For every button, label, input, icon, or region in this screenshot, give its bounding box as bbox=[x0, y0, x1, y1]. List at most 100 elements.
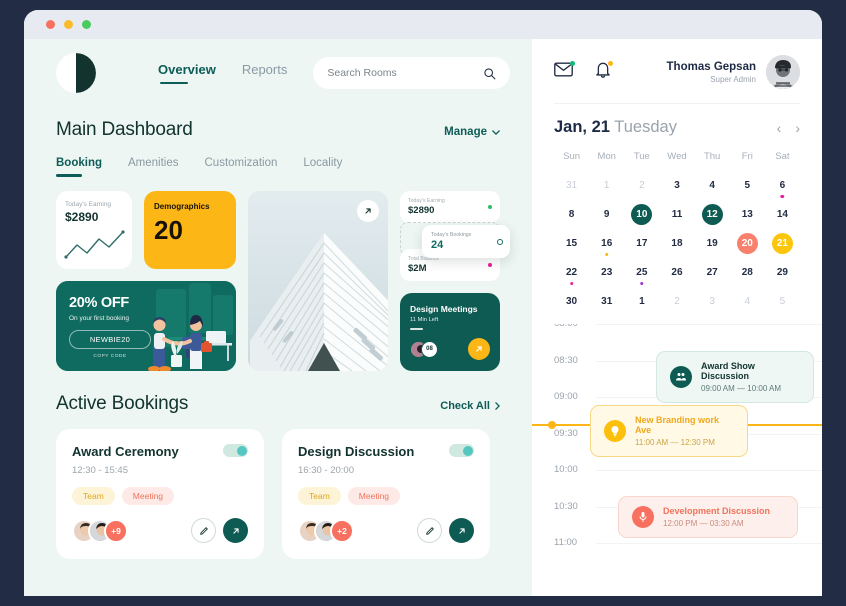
calendar-day-label: 9 bbox=[603, 209, 610, 220]
table-row[interactable]: Design Discussion 16:30 - 20:00 Team Mee… bbox=[282, 429, 490, 559]
desktop-background: Overview Reports Search Rooms Main Dashb… bbox=[0, 0, 846, 606]
calendar-day-3[interactable]: 3 bbox=[695, 287, 730, 316]
calendar-day-14[interactable]: 14 bbox=[765, 200, 800, 229]
notifications-button[interactable] bbox=[595, 61, 613, 83]
event-new-branding[interactable]: New Branding work Ave 11:00 AM — 12:30 P… bbox=[590, 405, 748, 457]
calendar-day-label: 16 bbox=[601, 238, 613, 249]
mini-earning-label: Today's Earning bbox=[408, 198, 445, 204]
calendar-day-5[interactable]: 5 bbox=[765, 287, 800, 316]
meeting-avatars: 08 bbox=[410, 340, 438, 358]
drag-handle-icon[interactable] bbox=[497, 238, 503, 245]
calendar-day-1[interactable]: 1 bbox=[624, 287, 659, 316]
calendar-day-15[interactable]: 15 bbox=[554, 229, 589, 258]
promo-code-button[interactable]: NEWBIE20 bbox=[69, 330, 151, 349]
calendar-event-dot bbox=[640, 281, 644, 285]
time-slot-line bbox=[596, 543, 822, 544]
calendar-day-27[interactable]: 27 bbox=[695, 258, 730, 287]
card-todays-earning[interactable]: Today's Earning $2890 bbox=[56, 191, 132, 269]
manage-dropdown[interactable]: Manage bbox=[444, 126, 500, 138]
booking-tags: Team Meeting bbox=[298, 487, 474, 505]
event-text: Award Show Discussion 09:00 AM — 10:00 A… bbox=[701, 361, 800, 393]
meeting-open-button[interactable] bbox=[468, 338, 490, 360]
card-building-photo[interactable] bbox=[248, 191, 388, 371]
mini-earning-value: $2890 bbox=[408, 205, 435, 216]
calendar-day-highlight: 10 bbox=[631, 204, 653, 225]
check-all-label: Check All bbox=[440, 400, 490, 412]
event-development-discussion[interactable]: Development Discussion 12:00 PM — 03:30 … bbox=[618, 496, 798, 538]
tab-booking[interactable]: Booking bbox=[56, 157, 102, 177]
search-bar[interactable]: Search Rooms bbox=[313, 57, 510, 89]
calendar-day-19[interactable]: 19 bbox=[695, 229, 730, 258]
check-all-link[interactable]: Check All bbox=[440, 400, 500, 412]
calendar-day-label: 4 bbox=[744, 296, 751, 307]
nav-link-overview[interactable]: Overview bbox=[158, 62, 216, 84]
calendar-day-16[interactable]: 16 bbox=[589, 229, 624, 258]
calendar-day-10[interactable]: 10 bbox=[624, 200, 659, 229]
calendar-day-30[interactable]: 30 bbox=[554, 287, 589, 316]
calendar-day-11[interactable]: 11 bbox=[659, 200, 694, 229]
maximize-button[interactable] bbox=[82, 20, 91, 29]
calendar-day-label: 25 bbox=[636, 267, 648, 278]
close-button[interactable] bbox=[46, 20, 55, 29]
card-todays-bookings-dragging[interactable]: Today's Bookings 24 bbox=[422, 225, 510, 258]
nav-link-reports[interactable]: Reports bbox=[242, 62, 288, 84]
calendar-day-25[interactable]: 25 bbox=[624, 258, 659, 287]
calendar-day-4[interactable]: 4 bbox=[730, 287, 765, 316]
search-placeholder: Search Rooms bbox=[327, 67, 397, 79]
tab-customization[interactable]: Customization bbox=[205, 157, 278, 177]
table-row[interactable]: Award Ceremony 12:30 - 15:45 Team Meetin… bbox=[56, 429, 264, 559]
event-award-show[interactable]: Award Show Discussion 09:00 AM — 10:00 A… bbox=[656, 351, 814, 403]
user-profile[interactable]: Thomas Gepsan Super Admin bbox=[667, 55, 800, 89]
calendar-day-31[interactable]: 31 bbox=[554, 171, 589, 200]
photo-expand-button[interactable] bbox=[357, 200, 379, 222]
minimize-button[interactable] bbox=[64, 20, 73, 29]
calendar-day-2[interactable]: 2 bbox=[659, 287, 694, 316]
calendar-day-1[interactable]: 1 bbox=[589, 171, 624, 200]
calendar-day-4[interactable]: 4 bbox=[695, 171, 730, 200]
card-demographics[interactable]: Demographics 20 bbox=[144, 191, 236, 269]
status-badge: Meeting bbox=[121, 487, 175, 505]
tab-amenities[interactable]: Amenities bbox=[128, 157, 179, 177]
calendar-day-6[interactable]: 6 bbox=[765, 171, 800, 200]
calendar-day-highlight: 21 bbox=[771, 233, 793, 254]
calendar-day-17[interactable]: 17 bbox=[624, 229, 659, 258]
calendar-day-2[interactable]: 2 bbox=[624, 171, 659, 200]
promo-copy-label[interactable]: COPY CODE bbox=[69, 354, 151, 359]
calendar-day-8[interactable]: 8 bbox=[554, 200, 589, 229]
booking-toggle[interactable] bbox=[449, 444, 474, 457]
next-month-button[interactable]: › bbox=[795, 120, 800, 136]
open-button[interactable] bbox=[223, 518, 248, 543]
calendar-day-label: 13 bbox=[741, 209, 753, 220]
calendar-day-label: 23 bbox=[601, 267, 613, 278]
calendar-day-13[interactable]: 13 bbox=[730, 200, 765, 229]
calendar-day-9[interactable]: 9 bbox=[589, 200, 624, 229]
tab-locality[interactable]: Locality bbox=[303, 157, 342, 177]
line-chart-icon bbox=[64, 230, 125, 259]
avatar[interactable] bbox=[766, 55, 800, 89]
open-button[interactable] bbox=[449, 518, 474, 543]
card-promo-offer[interactable]: 20% OFF On your first booking NEWBIE20 C… bbox=[56, 281, 236, 371]
calendar-day-31[interactable]: 31 bbox=[589, 287, 624, 316]
edit-button[interactable] bbox=[417, 518, 442, 543]
calendar-day-21[interactable]: 21 bbox=[765, 229, 800, 258]
edit-button[interactable] bbox=[191, 518, 216, 543]
calendar-day-26[interactable]: 26 bbox=[659, 258, 694, 287]
card-design-meetings[interactable]: Design Meetings 11 Min Left 08 bbox=[400, 293, 500, 371]
calendar-day-29[interactable]: 29 bbox=[765, 258, 800, 287]
calendar-day-23[interactable]: 23 bbox=[589, 258, 624, 287]
manage-label: Manage bbox=[444, 126, 487, 138]
calendar-day-20[interactable]: 20 bbox=[730, 229, 765, 258]
booking-toggle[interactable] bbox=[223, 444, 248, 457]
promo-subtitle: On your first booking bbox=[69, 315, 129, 322]
calendar-day-18[interactable]: 18 bbox=[659, 229, 694, 258]
calendar-day-28[interactable]: 28 bbox=[730, 258, 765, 287]
event-title: Award Show Discussion bbox=[701, 361, 755, 381]
calendar-day-3[interactable]: 3 bbox=[659, 171, 694, 200]
card-mini-earning[interactable]: Today's Earning $2890 bbox=[400, 191, 500, 223]
calendar-day-5[interactable]: 5 bbox=[730, 171, 765, 200]
chevron-right-icon bbox=[495, 402, 500, 410]
mail-button[interactable] bbox=[554, 61, 575, 82]
prev-month-button[interactable]: ‹ bbox=[777, 120, 782, 136]
calendar-day-22[interactable]: 22 bbox=[554, 258, 589, 287]
calendar-day-12[interactable]: 12 bbox=[695, 200, 730, 229]
